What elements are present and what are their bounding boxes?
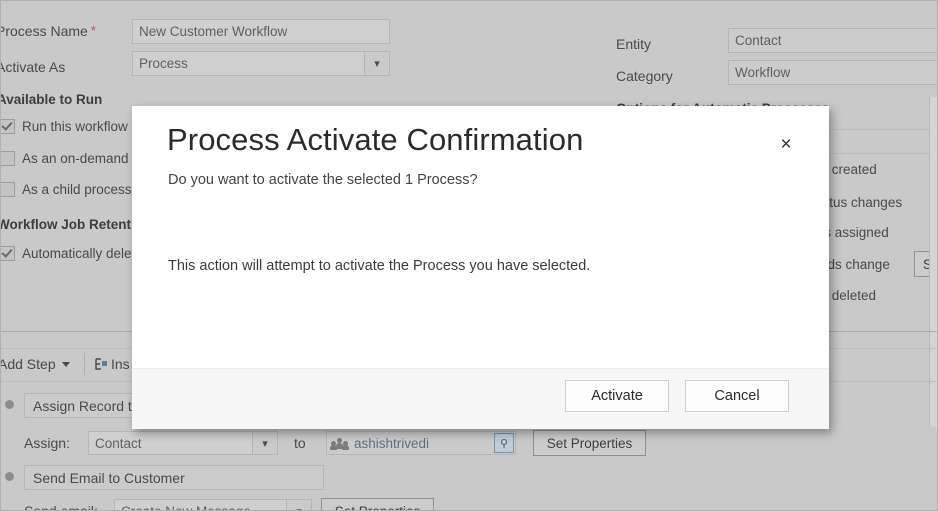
checkbox-box[interactable] — [1, 119, 15, 134]
screenshot-root: Process Name * New Customer Workflow Acti… — [0, 0, 938, 511]
category-value: Workflow — [735, 65, 791, 80]
section-workflow-job-retention: Workflow Job Retention — [0, 217, 152, 232]
assign-set-properties-button[interactable]: Set Properties — [533, 430, 646, 456]
dialog-subtitle: Do you want to activate the selected 1 P… — [168, 172, 478, 188]
checkbox-child-process[interactable]: As a child process — [1, 182, 132, 197]
entity-value: Contact — [735, 33, 782, 48]
process-activate-confirmation-dialog: Process Activate Confirmation Do you wan… — [132, 106, 829, 429]
step-title: Send Email to Customer — [33, 469, 185, 486]
send-email-label: Send email: — [24, 503, 98, 511]
chevron-down-icon[interactable]: ▾ — [252, 432, 277, 454]
assign-entity-select[interactable]: Contact ▾ — [88, 431, 278, 455]
checkbox-box[interactable] — [1, 246, 15, 261]
assign-to-label: to — [294, 435, 306, 451]
toolbar-separator — [84, 353, 85, 375]
section-available-to-run: Available to Run — [0, 92, 103, 107]
send-email-message-select[interactable]: Create New Message ▾ — [114, 499, 312, 511]
activate-button[interactable]: Activate — [565, 380, 669, 412]
add-step-button[interactable]: Add Step — [1, 356, 70, 372]
assign-label: Assign: — [24, 435, 70, 451]
assign-user-value: ashishtrivedi — [354, 435, 430, 451]
dialog-button-group: Activate Cancel — [565, 380, 789, 412]
chevron-down-icon[interactable]: ▾ — [364, 52, 389, 75]
process-name-value: New Customer Workflow — [139, 24, 288, 39]
activate-as-select[interactable]: Process ▾ — [132, 51, 390, 76]
step-send-email[interactable]: Send Email to Customer — [24, 465, 324, 490]
dialog-title: Process Activate Confirmation — [167, 122, 584, 157]
dialog-body-text: This action will attempt to activate the… — [168, 258, 591, 274]
insert-icon — [95, 358, 107, 370]
scrollbar[interactable] — [929, 97, 937, 427]
step-bullet — [5, 472, 14, 481]
process-name-input[interactable]: New Customer Workflow — [132, 19, 390, 44]
assign-user-lookup[interactable]: ashishtrivedi ⚲ — [326, 431, 516, 455]
dialog-footer: Activate Cancel — [132, 368, 829, 429]
close-icon[interactable]: × — [773, 132, 799, 158]
checkbox-box[interactable] — [1, 151, 15, 166]
send-email-message-value: Create New Message — [121, 503, 251, 511]
send-email-set-properties-button[interactable]: Set Properties — [321, 498, 434, 510]
insert-button[interactable]: Ins — [93, 356, 130, 372]
chevron-down-icon — [61, 361, 70, 367]
process-name-label: Process Name * — [0, 23, 96, 39]
category-label: Category — [616, 68, 673, 84]
step-bullet — [5, 400, 14, 409]
people-icon — [330, 437, 349, 450]
checkbox-label: As a child process — [22, 182, 132, 197]
cancel-button[interactable]: Cancel — [685, 380, 789, 412]
lookup-search-icon[interactable]: ⚲ — [494, 433, 514, 453]
entity-input[interactable]: Contact — [728, 28, 937, 53]
required-marker: * — [90, 23, 96, 38]
activate-as-value: Process — [139, 56, 188, 71]
activate-as-label: Activate As — [0, 59, 66, 75]
category-input[interactable]: Workflow — [728, 60, 937, 85]
checkbox-box[interactable] — [1, 182, 15, 197]
assign-entity-value: Contact — [95, 435, 142, 451]
chevron-down-icon[interactable]: ▾ — [286, 500, 311, 510]
entity-label: Entity — [616, 36, 652, 52]
